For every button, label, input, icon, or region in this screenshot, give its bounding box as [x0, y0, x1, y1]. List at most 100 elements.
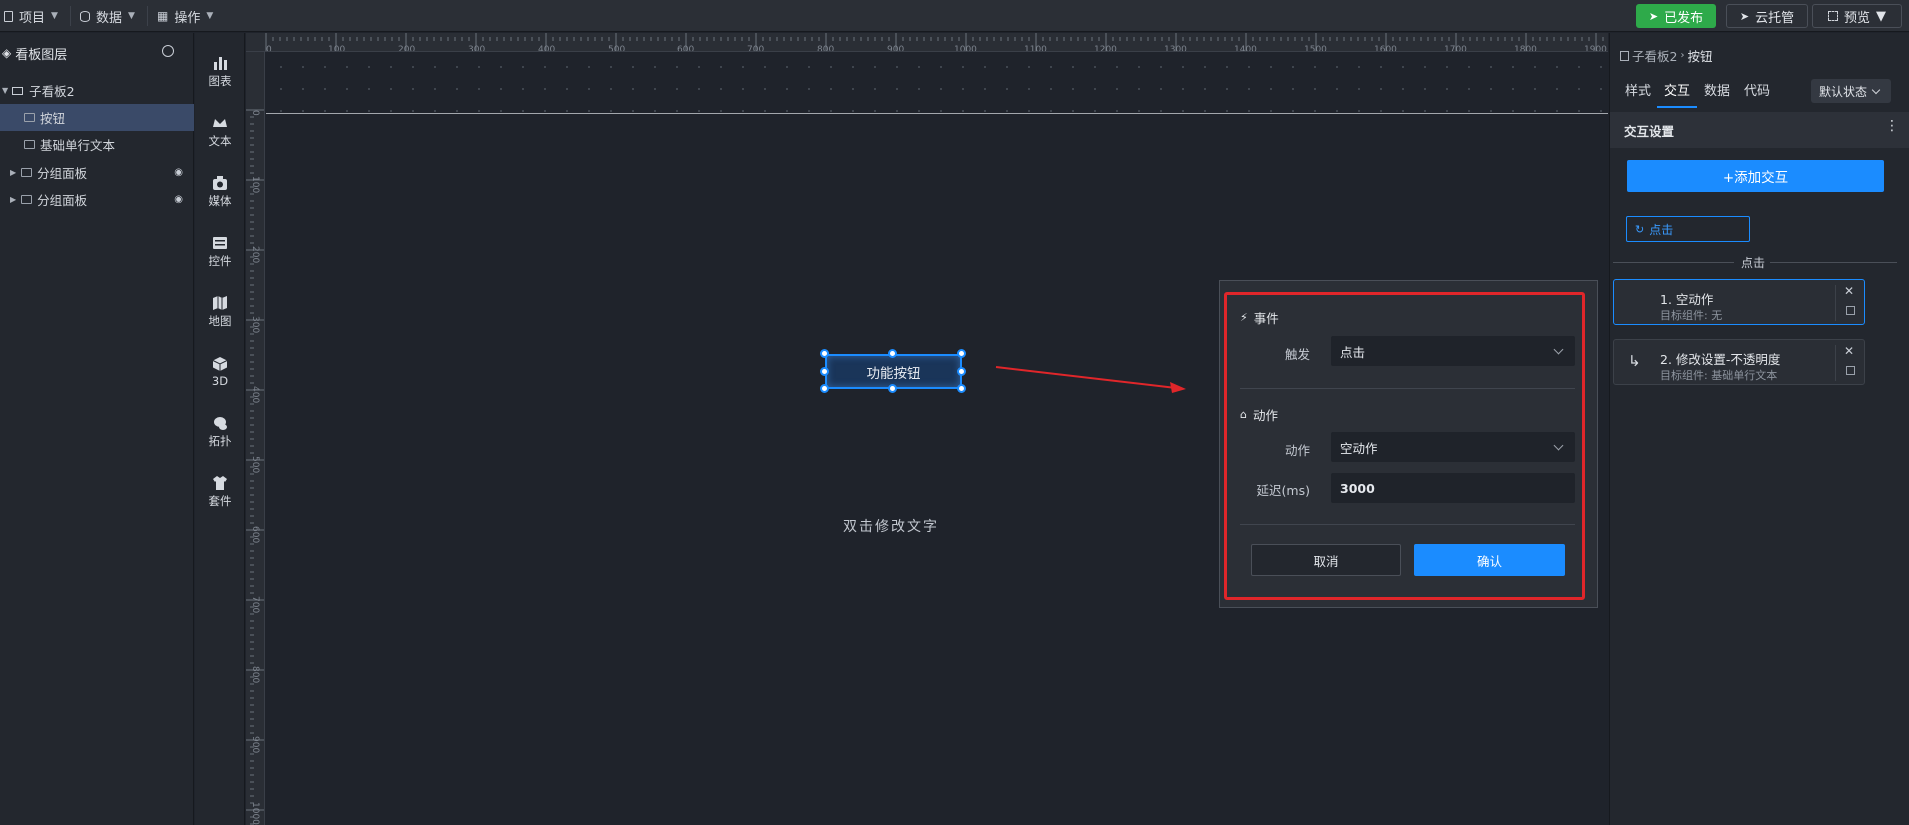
fullscreen-icon — [1827, 11, 1838, 21]
action-select[interactable]: 空动作 — [1331, 432, 1575, 462]
confirm-button[interactable]: 确认 — [1414, 544, 1565, 576]
chevron-down-icon — [1871, 85, 1881, 94]
map-icon — [212, 295, 228, 311]
layer-item-button[interactable]: 按钮 — [0, 104, 194, 131]
resize-handle[interactable] — [957, 384, 966, 393]
ruler-label: 800 — [817, 45, 835, 52]
ruler-label: 100 — [250, 176, 260, 194]
close-icon[interactable]: ✕ — [1844, 344, 1854, 358]
trigger-select[interactable]: 点击 — [1331, 336, 1575, 366]
resize-handle[interactable] — [820, 367, 829, 376]
canvas-guide-line — [266, 113, 1608, 114]
component-control[interactable]: 控件 — [195, 227, 245, 277]
ruler-label: 700 — [250, 596, 260, 614]
menu-project[interactable]: 项目 ▼ — [4, 0, 58, 32]
breadcrumb-parent[interactable]: 子看板2 — [1632, 46, 1677, 65]
preview-button[interactable]: 预览 ▼ — [1812, 4, 1902, 28]
ruler-label: 1000 — [954, 45, 977, 52]
layers-title: 看板图层 — [15, 47, 68, 63]
menu-data[interactable]: 数据 ▼ — [80, 0, 135, 32]
caret-right-icon: ▶ — [10, 195, 17, 204]
cloud-host-button[interactable]: ➤ 云托管 — [1726, 4, 1808, 28]
ruler-label: 1100 — [1024, 45, 1047, 52]
action-card-1[interactable]: 1. 空动作 目标组件: 无 ✕ — [1613, 279, 1865, 325]
trigger-label: 触发 — [1284, 347, 1310, 362]
menu-ops[interactable]: ▦ 操作 ▼ — [157, 0, 213, 32]
eye-hidden-icon[interactable]: ◉ — [174, 194, 183, 205]
action-card-target: 目标组件: 无 — [1660, 309, 1723, 322]
single-line-text-widget[interactable]: 双击修改文字 — [843, 516, 939, 536]
divider — [1240, 524, 1575, 525]
shirt-icon — [212, 475, 228, 491]
tab-data[interactable]: 数据 — [1704, 80, 1730, 99]
layer-item-subboard[interactable]: ▼ 子看板2 — [0, 77, 194, 104]
ruler-label: 1300 — [1164, 45, 1187, 52]
chevron-down-icon: ▼ — [128, 11, 135, 21]
divider — [1835, 285, 1836, 321]
layer-item-text[interactable]: 基础单行文本 — [0, 131, 194, 158]
state-value: 默认状态 — [1819, 84, 1868, 99]
more-vertical-icon[interactable]: ⋮ — [1885, 118, 1899, 134]
bar-chart-icon — [212, 55, 228, 71]
component-media[interactable]: 媒体 — [195, 167, 245, 217]
text-box-icon — [24, 140, 35, 149]
published-button[interactable]: ➤ 已发布 — [1636, 4, 1716, 28]
divider — [1613, 262, 1734, 263]
copy-icon[interactable] — [1846, 306, 1855, 315]
resize-handle[interactable] — [820, 349, 829, 358]
delay-value: 3000 — [1340, 480, 1375, 496]
topology-icon — [212, 415, 228, 431]
ruler-label: 600 — [250, 526, 260, 544]
layers-header: ◈ 看板图层 — [0, 33, 193, 73]
tab-code[interactable]: 代码 — [1744, 80, 1770, 99]
component-3d[interactable]: 3D — [195, 347, 245, 397]
tab-interaction[interactable]: 交互 — [1664, 80, 1690, 99]
event-section-title: ⚡ 事件 — [1240, 308, 1279, 327]
eye-hidden-icon[interactable]: ◉ — [174, 167, 183, 178]
close-icon[interactable]: ✕ — [1844, 284, 1854, 298]
function-button-label: 功能按钮 — [866, 365, 921, 382]
delay-input[interactable]: 3000 — [1331, 473, 1575, 503]
cancel-button[interactable]: 取消 — [1251, 544, 1401, 576]
send-icon: ➤ — [1739, 9, 1750, 23]
resize-handle[interactable] — [820, 384, 829, 393]
resize-handle[interactable] — [888, 349, 897, 358]
monitor-icon — [12, 86, 24, 95]
trigger-group-label: 点击 — [1741, 256, 1766, 270]
state-select[interactable]: 默认状态 — [1811, 79, 1891, 103]
component-kit[interactable]: 套件 — [195, 467, 245, 517]
chevron-down-icon: ▼ — [51, 11, 58, 21]
file-icon — [4, 10, 13, 22]
caret-down-icon: ▼ — [2, 86, 9, 95]
tab-style[interactable]: 样式 — [1625, 80, 1651, 99]
action-title: 动作 — [1252, 408, 1278, 423]
chevron-right-icon: › — [1680, 50, 1685, 61]
copy-icon[interactable] — [1846, 366, 1855, 375]
media-icon — [212, 175, 228, 191]
resize-handle[interactable] — [957, 367, 966, 376]
component-text[interactable]: 文本 — [195, 107, 245, 157]
component-chart[interactable]: 图表 — [195, 47, 245, 97]
add-interaction-button[interactable]: +添加交互 — [1627, 160, 1884, 192]
layer-label: 分组面板 — [37, 193, 88, 208]
ruler-label: 800 — [250, 666, 260, 684]
action-card-target: 目标组件: 基础单行文本 — [1660, 369, 1778, 382]
resize-handle[interactable] — [957, 349, 966, 358]
component-map[interactable]: 地图 — [195, 287, 245, 337]
ruler-label: 400 — [538, 45, 556, 52]
action-card-2[interactable]: ↳ 2. 修改设置-不透明度 目标组件: 基础单行文本 ✕ — [1613, 339, 1865, 385]
search-icon[interactable] — [162, 45, 174, 57]
grid-icon: ▦ — [157, 9, 169, 23]
ruler-label: 700 — [747, 45, 765, 52]
layer-item-group-1[interactable]: ▶ 分组面板 ◉ — [0, 159, 194, 186]
layer-item-group-2[interactable]: ▶ 分组面板 ◉ — [0, 186, 194, 213]
ruler-label: 1800 — [1514, 45, 1537, 52]
properties-panel — [1609, 33, 1909, 825]
ruler-label: 500 — [250, 456, 260, 474]
component-topology[interactable]: 拓扑 — [195, 407, 245, 457]
component-label: 拓扑 — [208, 434, 232, 448]
resize-handle[interactable] — [888, 384, 897, 393]
layer-label: 分组面板 — [37, 166, 88, 181]
trigger-chip[interactable]: ↻ 点击 — [1626, 216, 1750, 242]
confirm-label: 确认 — [1476, 553, 1502, 569]
